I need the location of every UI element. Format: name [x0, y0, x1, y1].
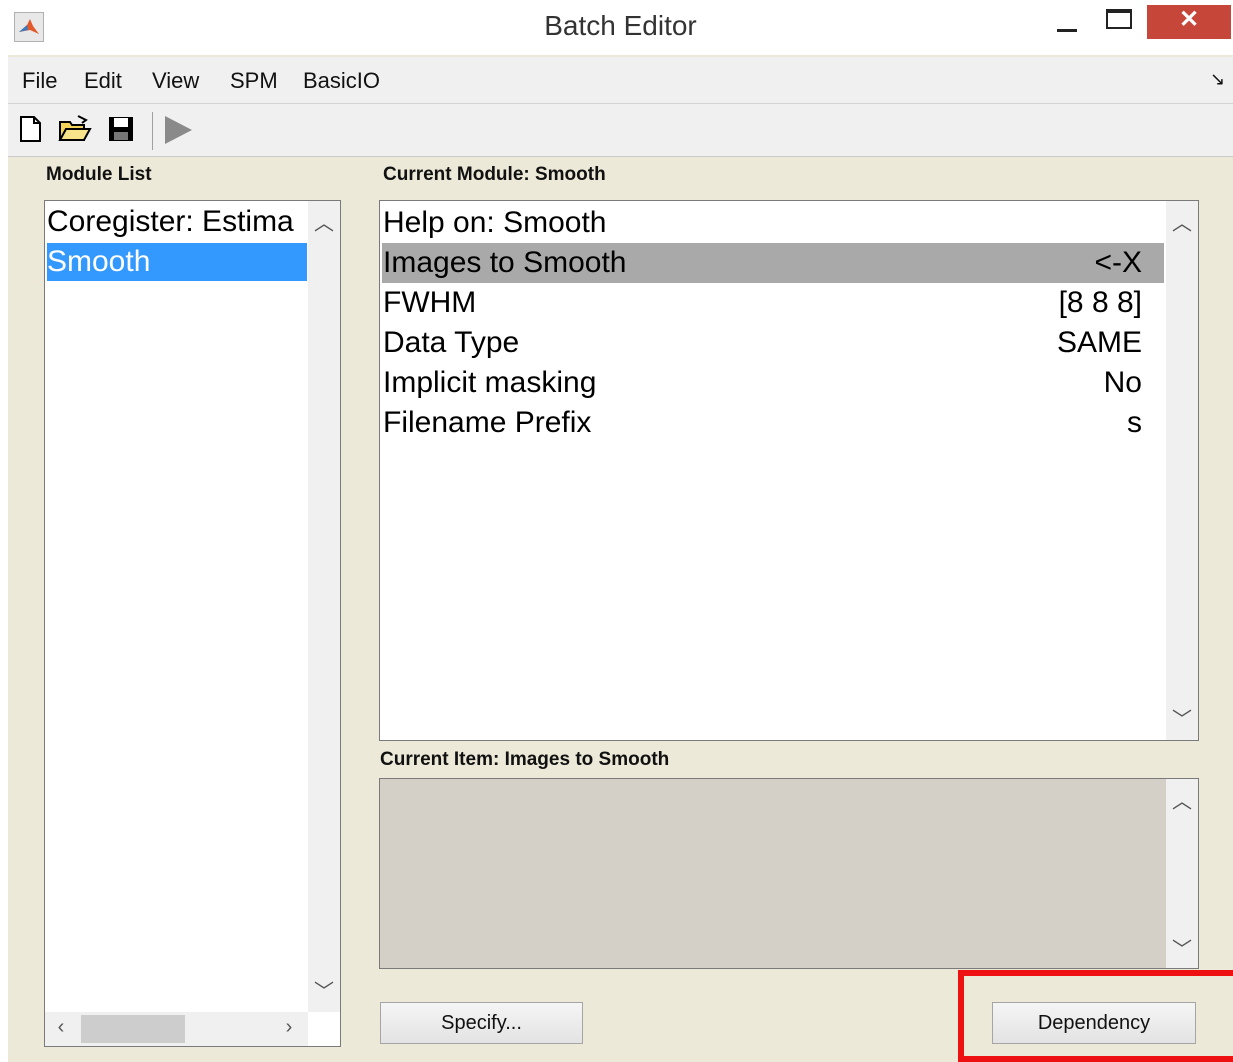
module-list-vertical-scrollbar[interactable]: ︿ ﹀ — [308, 201, 340, 1012]
menu-spm[interactable]: SPM — [230, 68, 278, 94]
scroll-up-icon[interactable]: ︿ — [1166, 785, 1198, 814]
table-row[interactable]: Help on: Smooth — [382, 203, 1164, 243]
highlight-box — [958, 970, 1233, 1062]
item-vertical-scrollbar[interactable]: ︿ ﹀ — [1166, 779, 1198, 968]
run-icon[interactable] — [162, 114, 196, 148]
module-list-horizontal-scrollbar[interactable]: ‹ › — [45, 1012, 308, 1046]
row-value: s — [1127, 406, 1142, 439]
table-row[interactable]: FWHM [8 8 8] — [382, 283, 1164, 323]
scroll-down-icon[interactable]: ﹀ — [1166, 933, 1198, 962]
save-icon[interactable] — [106, 114, 140, 148]
maximize-button[interactable] — [1103, 5, 1143, 43]
current-item-panel[interactable]: ︿ ﹀ — [379, 778, 1199, 969]
menu-overflow-icon[interactable]: ↘ — [1210, 69, 1225, 90]
row-value: No — [1103, 366, 1142, 399]
scroll-right-icon[interactable]: › — [273, 1016, 305, 1039]
menu-view[interactable]: View — [152, 68, 199, 94]
current-item-label: Current Item: Images to Smooth — [380, 749, 670, 770]
toolbar-separator — [152, 112, 153, 150]
list-item-coregister[interactable]: Coregister: Estima — [47, 203, 307, 241]
table-row[interactable]: Filename Prefix s — [382, 403, 1164, 443]
module-list[interactable]: Coregister: Estima Smooth ︿ ﹀ ‹ › — [44, 200, 341, 1047]
scroll-left-icon[interactable]: ‹ — [45, 1016, 77, 1039]
table-row[interactable]: Data Type SAME — [382, 323, 1164, 363]
row-value: <-X — [1094, 246, 1142, 279]
toolbar — [8, 104, 1233, 157]
minimize-button[interactable] — [1051, 5, 1091, 43]
scroll-up-icon[interactable]: ︿ — [308, 207, 340, 236]
row-value: SAME — [1056, 326, 1142, 359]
specify-button[interactable]: Specify... — [380, 1002, 583, 1044]
menu-bar: File Edit View SPM BasicIO ↘ — [8, 57, 1233, 104]
scroll-down-icon[interactable]: ﹀ — [1166, 703, 1198, 732]
row-value: [8 8 8] — [1058, 286, 1142, 319]
table-row[interactable]: Implicit masking No — [382, 363, 1164, 403]
new-file-icon[interactable] — [16, 114, 50, 148]
row-label: FWHM — [383, 286, 477, 319]
table-row[interactable]: Images to Smooth <-X — [382, 243, 1164, 283]
row-label: Implicit masking — [383, 366, 597, 399]
row-label: Images to Smooth — [383, 246, 627, 279]
horizontal-scroll-thumb[interactable] — [81, 1015, 185, 1043]
menu-file[interactable]: File — [22, 68, 57, 94]
current-module-list[interactable]: Help on: Smooth Images to Smooth <-X FWH… — [379, 200, 1199, 741]
scroll-down-icon[interactable]: ﹀ — [308, 975, 340, 1004]
current-module-label: Current Module: Smooth — [383, 164, 606, 185]
module-vertical-scrollbar[interactable]: ︿ ﹀ — [1166, 201, 1198, 740]
close-button[interactable]: ✕ — [1147, 5, 1231, 39]
menu-edit[interactable]: Edit — [84, 68, 122, 94]
scroll-up-icon[interactable]: ︿ — [1166, 207, 1198, 236]
menu-basicio[interactable]: BasicIO — [303, 68, 380, 94]
row-label: Filename Prefix — [383, 406, 592, 439]
list-item-smooth[interactable]: Smooth — [47, 243, 307, 281]
open-folder-icon[interactable] — [58, 114, 92, 148]
window-title: Batch Editor — [544, 10, 697, 41]
batch-editor-window: Batch Editor ✕ File Edit View SPM BasicI… — [8, 0, 1233, 1062]
row-label: Help on: Smooth — [383, 206, 607, 239]
row-label: Data Type — [383, 326, 520, 359]
module-list-label: Module List — [46, 164, 152, 185]
title-bar[interactable]: Batch Editor ✕ — [8, 0, 1233, 55]
